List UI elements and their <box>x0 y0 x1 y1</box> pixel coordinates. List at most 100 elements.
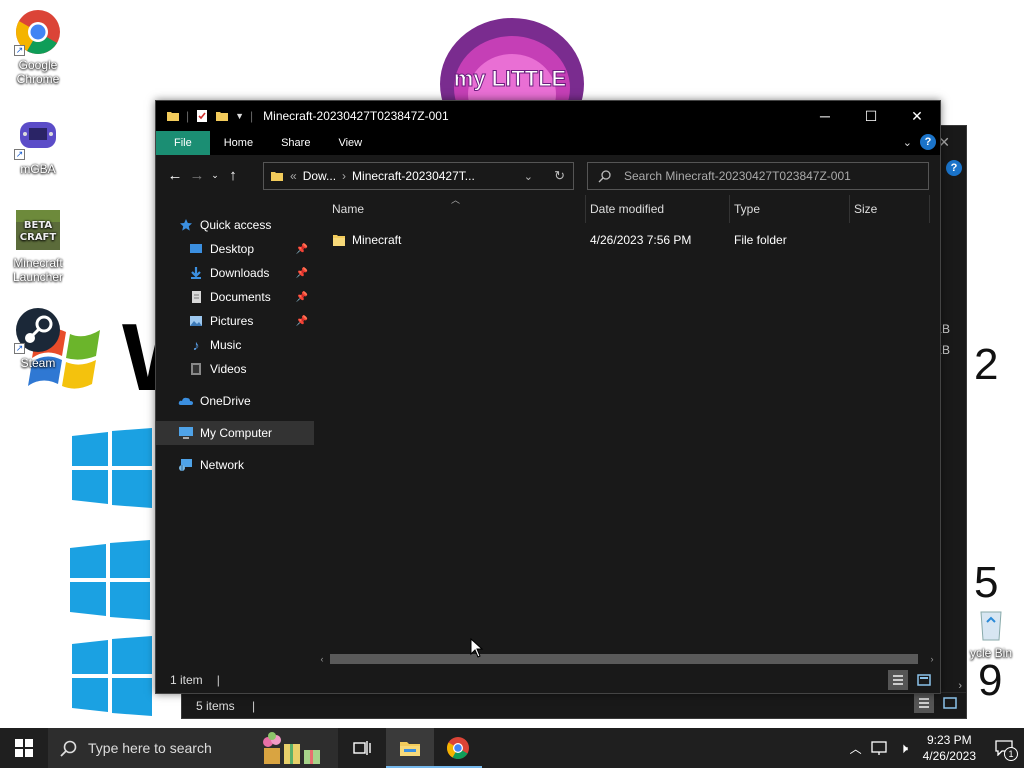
show-hidden-icons-icon[interactable]: ︿ <box>845 740 867 757</box>
wallpaper-number: 9 <box>978 656 1003 705</box>
pin-icon[interactable]: 📌 <box>296 292 308 303</box>
nav-label: Pictures <box>210 314 254 328</box>
videos-icon <box>188 361 204 377</box>
desktop-icon-recycle-bin[interactable]: ycle Bin <box>958 604 1024 660</box>
desktop-icon-label: mGBA <box>20 162 56 176</box>
downloads-icon <box>188 265 204 281</box>
desktop-icon-label: Steam <box>20 356 56 370</box>
nav-item-network[interactable]: Network <box>156 453 314 477</box>
up-button[interactable]: ↑ <box>222 167 244 184</box>
taskbar-google-chrome[interactable] <box>434 728 482 768</box>
notification-badge: 1 <box>1004 747 1018 761</box>
nav-item-onedrive[interactable]: OneDrive <box>156 389 314 413</box>
breadcrumb-overflow[interactable]: « <box>290 169 297 183</box>
desktop-icon-minecraft-launcher[interactable]: BETA CRAFT Minecraft Launcher <box>6 206 70 284</box>
wallpaper-number: 5 <box>974 558 999 607</box>
desktop-icon-label: Minecraft Launcher <box>12 256 64 284</box>
expand-ribbon-icon[interactable]: ⌄ <box>903 136 912 149</box>
help-icon[interactable]: ? <box>920 134 936 150</box>
nav-item-music[interactable]: ♪ Music <box>156 333 314 357</box>
tab-share[interactable]: Share <box>267 131 324 155</box>
nav-label: My Computer <box>200 426 273 440</box>
nav-item-my-computer[interactable]: My Computer <box>156 421 314 445</box>
chevron-right-icon[interactable]: › <box>342 169 346 183</box>
pin-icon[interactable]: 📌 <box>296 268 308 279</box>
new-folder-icon[interactable] <box>215 109 229 123</box>
column-headers: Name Date modified Type Size <box>328 195 940 223</box>
nav-item-desktop[interactable]: Desktop 📌 <box>156 237 314 261</box>
star-icon <box>178 217 194 233</box>
tab-file[interactable]: File <box>156 131 210 155</box>
back-button[interactable]: ← <box>164 167 186 184</box>
scrollbar-thumb[interactable] <box>330 654 918 664</box>
address-bar[interactable]: « Dow... › Minecraft-20230427T... ⌄ ↻ <box>263 162 574 190</box>
clock[interactable]: 9:23 PM 4/26/2023 <box>915 732 984 764</box>
pictures-icon <box>188 313 204 329</box>
tab-view[interactable]: View <box>324 131 376 155</box>
properties-icon[interactable] <box>195 109 209 123</box>
pin-icon[interactable]: 📌 <box>296 316 308 327</box>
search-box[interactable]: Search Minecraft-20230427T023847Z-001 <box>587 162 929 190</box>
network-status-icon[interactable] <box>870 740 889 756</box>
horizontal-scrollbar[interactable]: ‹ › <box>314 651 940 667</box>
details-view-icon[interactable] <box>914 693 934 713</box>
taskbar-search-box[interactable]: Type here to search <box>48 728 338 768</box>
action-center-button[interactable]: 1 <box>984 728 1024 768</box>
customize-qat-icon[interactable]: ▼ <box>235 111 244 121</box>
nav-label: Quick access <box>200 218 272 232</box>
file-row[interactable]: Minecraft 4/26/2023 7:56 PM File folder <box>328 229 930 251</box>
column-type[interactable]: Type <box>730 195 850 223</box>
ribbon-tabs: File Home Share View ⌄ ? <box>156 131 940 155</box>
nav-item-quick-access[interactable]: Quick access <box>156 213 314 237</box>
documents-icon <box>188 289 204 305</box>
breadcrumb-downloads[interactable]: Dow... <box>303 169 336 183</box>
details-view-icon[interactable] <box>888 670 908 690</box>
recent-locations-icon[interactable]: ⌄ <box>208 170 222 181</box>
column-date-modified[interactable]: Date modified <box>586 195 730 223</box>
large-icons-view-icon[interactable] <box>914 670 934 690</box>
desktop-icon-mgba[interactable]: ↗ mGBA <box>6 112 70 176</box>
breadcrumb-current-folder[interactable]: Minecraft-20230427T... <box>352 169 475 183</box>
status-separator: | <box>216 673 220 687</box>
refresh-icon[interactable]: ↻ <box>554 168 565 184</box>
windows-10-logo <box>72 636 152 716</box>
scroll-right-icon[interactable]: › <box>924 654 940 664</box>
column-size[interactable]: Size <box>850 195 930 223</box>
forward-button[interactable]: → <box>186 167 208 184</box>
file-name: Minecraft <box>352 233 402 247</box>
help-icon[interactable]: ? <box>946 160 962 176</box>
column-name[interactable]: Name <box>328 195 586 223</box>
scroll-left-icon[interactable]: ‹ <box>314 654 330 664</box>
start-button[interactable] <box>0 728 48 768</box>
close-button[interactable]: ✕ <box>894 101 940 131</box>
large-icons-view-icon[interactable] <box>940 693 960 713</box>
nav-item-videos[interactable]: Videos <box>156 357 314 381</box>
navigation-pane: Quick access Desktop 📌 Downloads 📌 Docum… <box>156 195 314 667</box>
taskbar-file-explorer[interactable] <box>386 728 434 768</box>
nav-item-pictures[interactable]: Pictures 📌 <box>156 309 314 333</box>
pin-icon[interactable]: 📌 <box>296 244 308 255</box>
onedrive-icon <box>178 393 194 409</box>
tab-home[interactable]: Home <box>210 131 267 155</box>
task-view-button[interactable] <box>338 728 386 768</box>
craft-text: CRAFT <box>20 232 57 243</box>
minimize-button[interactable]: ─ <box>802 101 848 131</box>
quick-access-toolbar: | ▼ | <box>166 109 253 123</box>
view-buttons <box>914 693 960 713</box>
desktop-icon-google-chrome[interactable]: ↗ Google Chrome <box>6 8 70 86</box>
nav-item-documents[interactable]: Documents 📌 <box>156 285 314 309</box>
desktop-icon-label: ycle Bin <box>969 646 1013 660</box>
status-item-count: 5 items <box>196 699 235 713</box>
address-dropdown-icon[interactable]: ⌄ <box>524 170 533 183</box>
nav-label: Network <box>200 458 245 472</box>
scroll-right-icon[interactable]: › <box>958 680 962 692</box>
maximize-button[interactable]: ☐ <box>848 101 894 131</box>
window-title: Minecraft-20230427T023847Z-001 <box>263 109 449 123</box>
file-explorer-window[interactable]: | ▼ | Minecraft-20230427T023847Z-001 ─ ☐… <box>155 100 941 694</box>
desktop-icon-steam[interactable]: ↗ Steam <box>6 306 70 370</box>
volume-icon[interactable]: 🕨 <box>893 740 915 757</box>
nav-label: OneDrive <box>200 394 251 408</box>
title-bar[interactable]: | ▼ | Minecraft-20230427T023847Z-001 ─ ☐… <box>156 101 940 131</box>
nav-label: Videos <box>210 362 247 376</box>
nav-item-downloads[interactable]: Downloads 📌 <box>156 261 314 285</box>
